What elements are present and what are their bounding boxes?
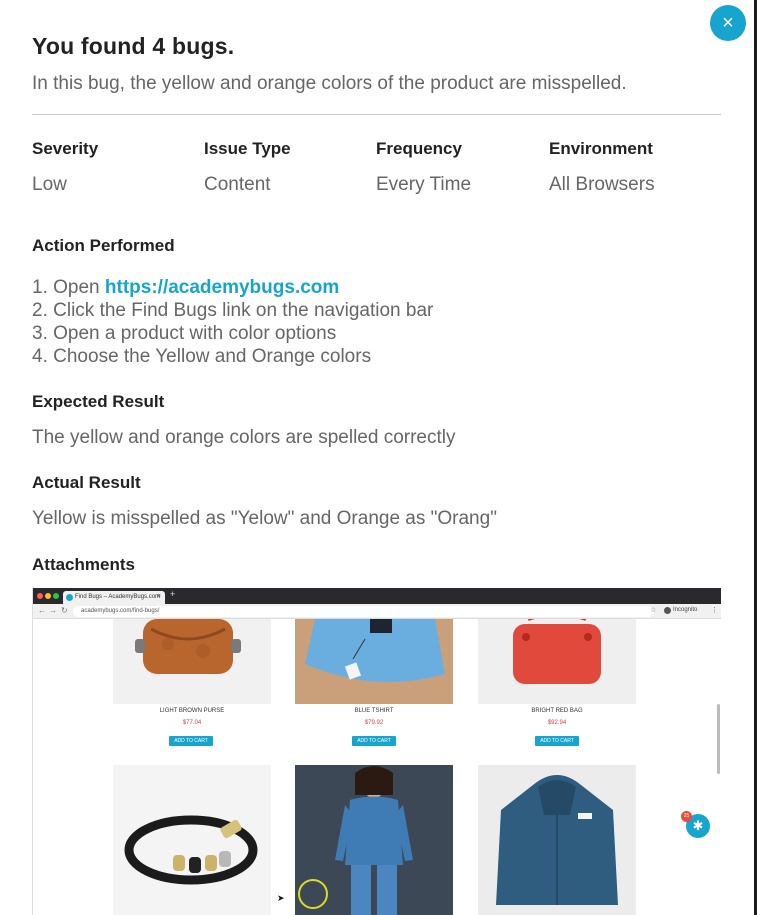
severity-label: Severity <box>32 139 99 158</box>
url-text: academybugs.com/find-bugs/ <box>81 608 160 614</box>
bookmark-star-icon: ☆ <box>650 607 657 614</box>
bracelet-illustration <box>124 815 258 885</box>
bug-count-badge: 25 <box>681 811 692 822</box>
attachments-label: Attachments <box>32 555 135 574</box>
tab-close-icon: × <box>156 593 161 600</box>
step-text: Choose the Yellow and Orange colors <box>53 346 372 367</box>
frequency-column: Frequency Every Time <box>376 139 471 196</box>
environment-column: Environment All Browsers <box>549 139 655 196</box>
step-number: 2. <box>32 300 48 321</box>
incognito-label: Incognito <box>673 607 698 613</box>
issue-type-label: Issue Type <box>204 139 291 158</box>
issue-type-value: Content <box>204 174 271 195</box>
step-text: Open a product with color options <box>53 323 337 344</box>
forward-icon: → <box>49 606 57 615</box>
mouse-pointer-icon: ➤ <box>277 893 285 903</box>
browser-menu-icon: ⋮ <box>711 607 718 614</box>
modal-subtitle: In this bug, the yellow and orange color… <box>32 73 627 94</box>
environment-label: Environment <box>549 139 653 158</box>
environment-value: All Browsers <box>549 174 655 195</box>
list-item: 2. Click the Find Bugs link on the navig… <box>32 299 433 322</box>
red-bag-illustration <box>513 619 601 684</box>
reload-icon: ↻ <box>61 606 68 615</box>
product-name: BLUE TSHIRT <box>354 708 394 714</box>
bug-meta: Severity Low Issue Type Content Frequenc… <box>32 139 722 199</box>
url-field: academybugs.com/find-bugs/ <box>73 606 653 617</box>
add-to-cart-button[interactable]: ADD TO CART <box>169 736 213 746</box>
address-bar: ← → ↻ academybugs.com/find-bugs/ ☆ Incog… <box>33 604 721 619</box>
step-text: Click the Find Bugs link on the navigati… <box>53 300 434 321</box>
window-close-dot <box>37 593 43 599</box>
purse-image <box>113 619 271 704</box>
issue-type-column: Issue Type Content <box>204 139 291 196</box>
page-scrollbar[interactable] <box>717 704 720 774</box>
expected-result-label: Expected Result <box>32 392 165 411</box>
browser-tabbar: Find Bugs – AcademyBugs.com × + <box>33 588 721 604</box>
red-bag-image <box>478 619 636 704</box>
list-item: 4. Choose the Yellow and Orange colors <box>32 345 433 368</box>
back-icon: ← <box>38 606 46 615</box>
list-item: 3. Open a product with color options <box>32 322 433 345</box>
window-minimize-dot <box>45 593 51 599</box>
product-price: $92.94 <box>547 720 567 726</box>
tshirt-image <box>295 619 453 704</box>
add-to-cart-button[interactable]: ADD TO CART <box>352 736 396 746</box>
favicon-icon <box>66 594 73 601</box>
step-number: 4. <box>32 346 48 367</box>
divider <box>32 114 721 115</box>
add-to-cart-button[interactable]: ADD TO CART <box>535 736 579 746</box>
window-zoom-dot <box>53 593 59 599</box>
click-indicator <box>298 879 328 909</box>
product-price: $77.04 <box>182 720 202 726</box>
tab-title: Find Bugs – AcademyBugs.com <box>75 594 161 600</box>
product-name: BRIGHT RED BAG <box>531 708 583 714</box>
browser-tab: Find Bugs – AcademyBugs.com × <box>63 591 165 604</box>
step-number: 1. <box>32 277 48 298</box>
step-number: 3. <box>32 323 48 344</box>
step-text: Open <box>53 277 105 298</box>
incognito-icon <box>664 607 671 614</box>
severity-value: Low <box>32 174 67 195</box>
actual-result-label: Actual Result <box>32 473 141 492</box>
frequency-value: Every Time <box>376 174 472 195</box>
attachment-screenshot[interactable]: Find Bugs – AcademyBugs.com × + ← → ↻ ac… <box>32 588 721 915</box>
frequency-label: Frequency <box>376 139 462 158</box>
bracelet-image <box>113 765 271 915</box>
tshirt-illustration <box>295 619 453 704</box>
webpage-content: LIGHT BROWN PURSE $77.04 ADD TO CART BLU… <box>33 619 721 915</box>
hoodie-illustration <box>496 775 618 905</box>
hoodie-image <box>478 765 636 915</box>
academybugs-link[interactable]: https://academybugs.com <box>105 277 339 298</box>
purse-illustration <box>135 619 241 674</box>
action-performed-label: Action Performed <box>32 236 175 255</box>
modal-title: You found 4 bugs. <box>32 33 235 59</box>
product-name: LIGHT BROWN PURSE <box>159 708 225 714</box>
product-price: $79.92 <box>364 720 384 726</box>
severity-column: Severity Low <box>32 139 98 196</box>
close-glyph: × <box>722 12 734 34</box>
steps-list: 1. Open https://academybugs.com 2. Click… <box>32 276 433 368</box>
list-item: 1. Open https://academybugs.com <box>32 276 433 299</box>
actual-result-text: Yellow is misspelled as "Yelow" and Oran… <box>32 508 497 529</box>
expected-result-text: The yellow and orange colors are spelled… <box>32 427 456 448</box>
new-tab-icon: + <box>170 589 176 599</box>
close-icon[interactable]: × <box>710 5 746 41</box>
